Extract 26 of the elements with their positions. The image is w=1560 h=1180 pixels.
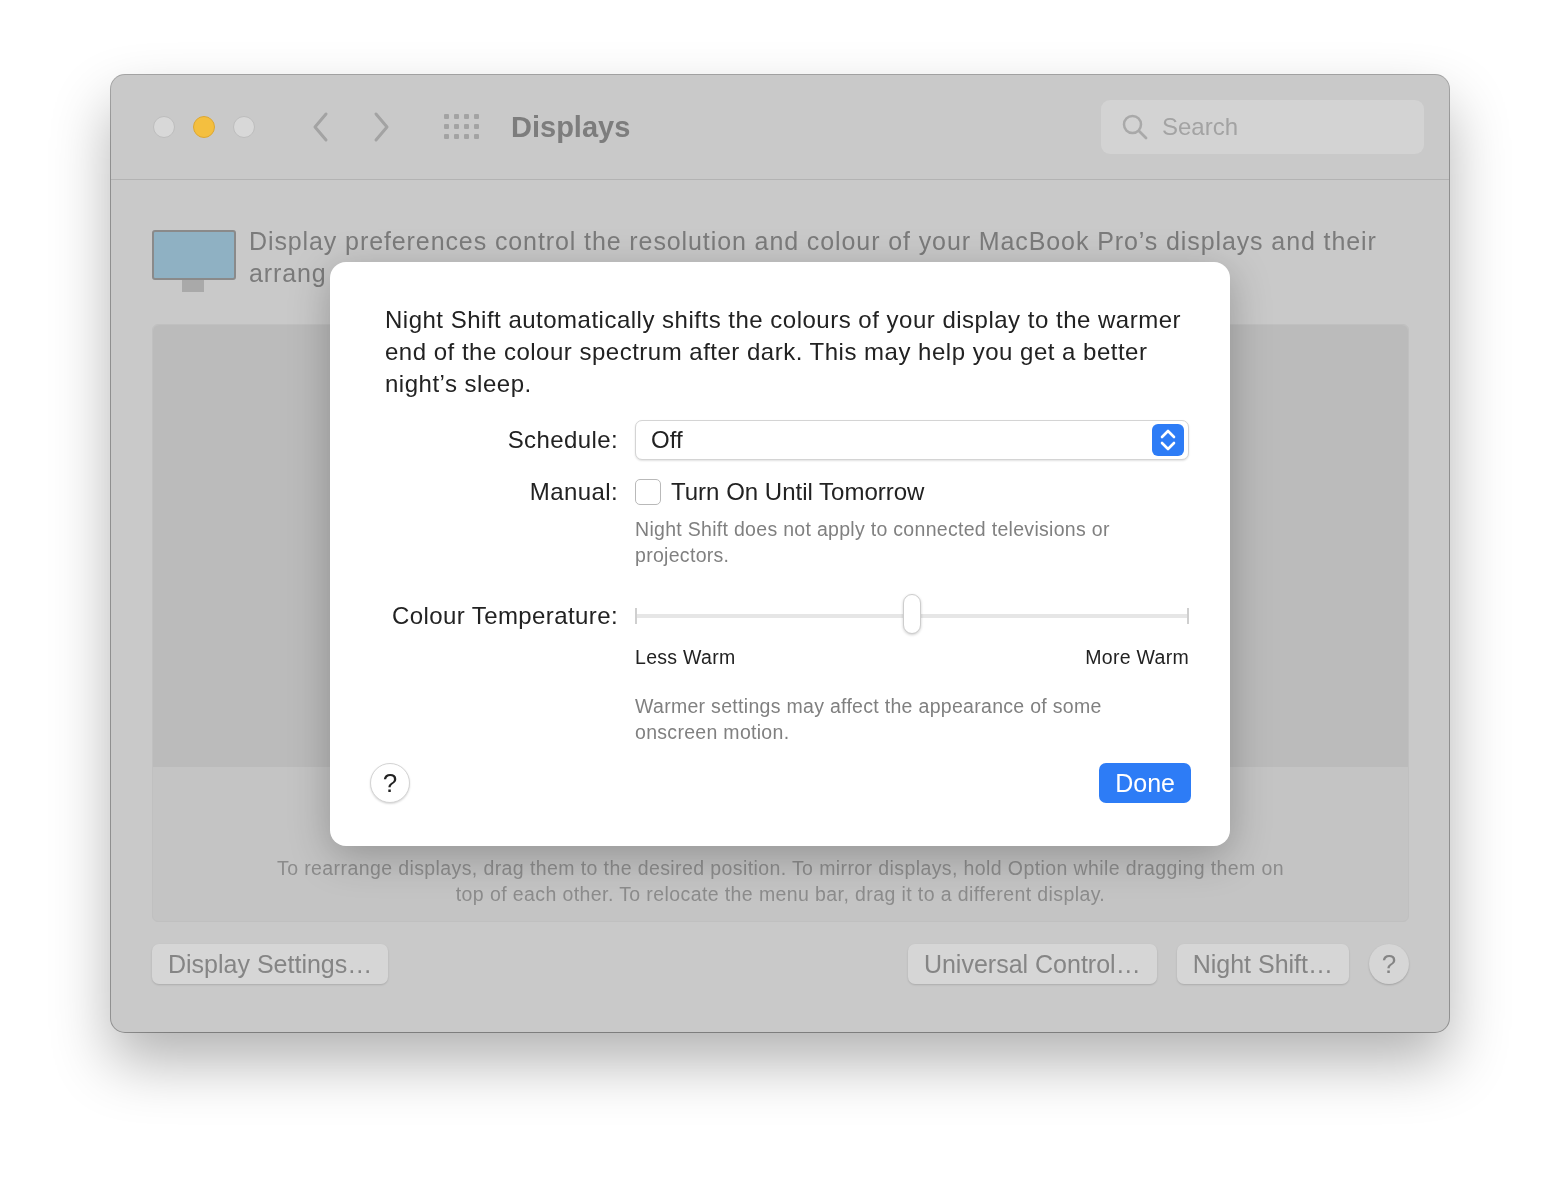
night-shift-button[interactable]: Night Shift… [1176,944,1349,984]
close-button[interactable] [153,116,175,138]
help-button[interactable]: ? [370,763,410,803]
more-warm-label: More Warm [1085,646,1189,669]
temperature-note: Warmer settings may affect the appearance of some onscreen motion. [635,694,1103,745]
less-warm-label: Less Warm [635,646,736,669]
sheet-description: Night Shift automatically shifts the colours of your display to the warmer end of the colour spectrum after dark. This may help you get a better night’s sleep. [385,305,1182,399]
zoom-button[interactable] [233,116,255,138]
slider-thumb[interactable] [903,594,921,634]
universal-control-button[interactable]: Universal Control… [907,944,1157,984]
schedule-label: Schedule: [506,426,618,454]
turn-on-checkbox[interactable]: Turn On Until Tomorrow [635,478,1189,506]
temperature-label: Colour Temperature: [391,602,618,630]
help-button[interactable]: ? [1369,944,1409,984]
display-settings-button[interactable]: Display Settings… [152,944,389,984]
manual-label: Manual: [528,478,618,506]
minimize-button[interactable] [193,116,215,138]
done-button[interactable]: Done [1099,763,1191,803]
description-text: Display preferences control the resolution and colour of your MacBook Pro’s displays and their [249,226,1377,257]
description-text: arrang [249,258,327,289]
manual-note: Night Shift does not apply to connected televisions or projectors. [635,517,1111,568]
grid-icon[interactable] [443,113,481,141]
stepper-icon [1152,424,1184,456]
schedule-dropdown[interactable]: Off [635,420,1189,460]
search-icon [1122,114,1148,140]
window-title: Displays [511,110,631,144]
